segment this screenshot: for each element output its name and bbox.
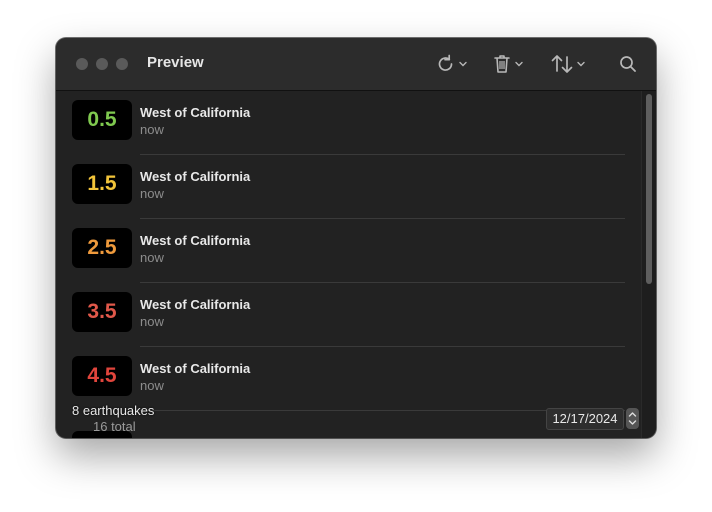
location-label: West of California <box>140 361 251 376</box>
date-field[interactable]: 12/17/2024 <box>546 408 624 430</box>
total-count: 16 total <box>93 419 136 434</box>
magnitude-badge: 2.5 <box>72 228 132 268</box>
minimize-window-button[interactable] <box>96 58 108 70</box>
magnitude-badge: 1.5 <box>72 164 132 204</box>
vertical-scrollbar[interactable] <box>641 91 656 438</box>
list-item[interactable]: 0.5 West of California now <box>56 91 641 155</box>
location-label: West of California <box>140 169 251 184</box>
search-button[interactable] <box>618 52 638 76</box>
location-label: West of California <box>140 233 251 248</box>
window-title: Preview <box>147 54 204 71</box>
search-icon <box>620 56 636 72</box>
time-label: now <box>140 122 164 137</box>
list-item[interactable]: 3.5 West of California now <box>56 283 641 347</box>
zoom-window-button[interactable] <box>116 58 128 70</box>
magnitude-badge: 3.5 <box>72 292 132 332</box>
date-stepper[interactable] <box>626 408 639 429</box>
chevron-down-icon <box>459 61 467 67</box>
trash-icon <box>494 55 510 73</box>
list-item[interactable]: 1.5 West of California now <box>56 155 641 219</box>
refresh-button[interactable] <box>436 52 468 76</box>
time-label: now <box>140 186 164 201</box>
delete-button[interactable] <box>492 52 524 76</box>
time-label: now <box>140 378 164 393</box>
close-window-button[interactable] <box>76 58 88 70</box>
sort-button[interactable] <box>550 52 586 76</box>
list-item[interactable]: 2.5 West of California now <box>56 219 641 283</box>
magnitude-badge: 0.5 <box>72 100 132 140</box>
time-label: now <box>140 314 164 329</box>
earthquake-list[interactable]: 0.5 West of California now 1.5 West of C… <box>56 91 641 438</box>
title-bar: Preview <box>56 38 656 91</box>
time-label: now <box>140 250 164 265</box>
chevron-down-icon <box>515 61 523 67</box>
sort-icon <box>551 55 573 73</box>
list-item[interactable]: 4.5 West of California now <box>56 347 641 411</box>
chevron-down-icon <box>577 61 585 67</box>
scroll-thumb[interactable] <box>646 94 652 284</box>
magnitude-badge: 4.5 <box>72 356 132 396</box>
location-label: West of California <box>140 297 251 312</box>
preview-window: Preview 0.5 West of California now 1.5 W… <box>56 38 656 438</box>
stepper-arrows-icon <box>628 412 637 425</box>
earthquake-count: 8 earthquakes <box>72 403 155 418</box>
location-label: West of California <box>140 105 251 120</box>
refresh-icon <box>438 54 453 71</box>
